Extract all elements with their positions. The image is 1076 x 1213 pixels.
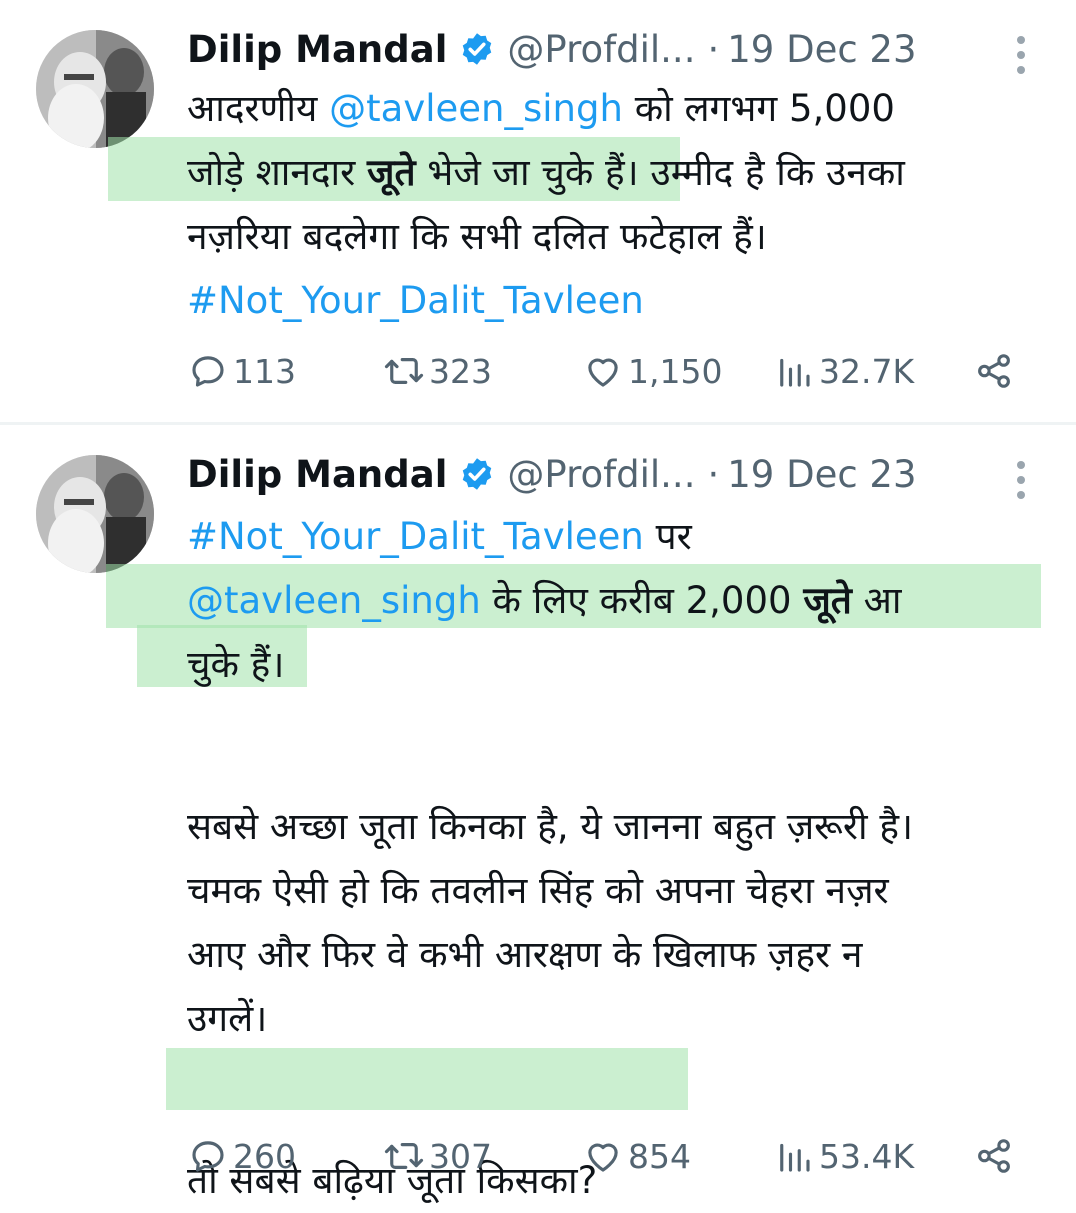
like-icon <box>588 358 618 387</box>
text-segment: आए और फिर वे कभी आरक्षण के खिलाफ ज़हर न <box>187 933 863 976</box>
like-button[interactable]: 854 <box>582 1131 691 1181</box>
repost-icon <box>384 1143 424 1169</box>
share-button[interactable] <box>973 1131 1019 1181</box>
verified-badge-icon <box>463 33 492 65</box>
views-icon <box>780 1143 810 1172</box>
repost-count: 307 <box>429 1136 492 1176</box>
reply-icon <box>192 356 224 387</box>
separator-dot: · <box>707 452 720 496</box>
hashtag-link[interactable]: #Not_Your_Dalit_Tavleen <box>187 515 644 558</box>
more-options-icon[interactable] <box>1016 36 1026 76</box>
mention-link[interactable]: @tavleen_singh <box>187 579 481 622</box>
text-segment: चमक ऐसी हो कि तवलीन सिंह को अपना चेहरा न… <box>187 869 889 912</box>
view-count: 53.4K <box>819 1136 915 1176</box>
bold-word: जूते <box>367 151 416 194</box>
text-line: चमक ऐसी हो कि तवलीन सिंह को अपना चेहरा न… <box>187 859 1047 923</box>
avatar[interactable] <box>36 455 154 573</box>
hashtag-link[interactable]: #Not_Your_Dalit_Tavleen <box>187 279 644 322</box>
share-icon <box>978 1139 1010 1173</box>
view-count: 32.7K <box>819 351 915 391</box>
author-handle[interactable]: @Profdil... <box>507 453 695 496</box>
views-button[interactable]: 53.4K <box>773 1131 914 1181</box>
verified-badge-icon <box>463 458 492 490</box>
text-segment: भेजे जा चुके हैं। उम्मीद है कि उनका <box>415 151 905 194</box>
tweet-text: आदरणीय @tavleen_singh को लगभग 5,000 जोड़… <box>187 77 1047 333</box>
like-button[interactable]: 1,150 <box>582 346 722 396</box>
reply-button[interactable]: 113 <box>187 346 296 396</box>
text-line: आए और फिर वे कभी आरक्षण के खिलाफ ज़हर न <box>187 923 1047 987</box>
tweet-header: Dilip Mandal @Profdil... · 19 Dec 23 <box>187 22 1047 76</box>
text-line: जोड़े शानदार जूते भेजे जा चुके हैं। उम्म… <box>187 141 1047 205</box>
reply-count: 113 <box>233 351 296 391</box>
tweet-header: Dilip Mandal @Profdil... · 19 Dec 23 <box>187 447 1047 501</box>
tweet[interactable]: Dilip Mandal @Profdil... · 19 Dec 23 आदर… <box>0 0 1076 423</box>
text-line: #Not_Your_Dalit_Tavleen पर <box>187 505 1047 569</box>
author-handle[interactable]: @Profdil... <box>507 28 695 71</box>
text-segment: चुके हैं। <box>187 643 285 686</box>
author-name[interactable]: Dilip Mandal <box>187 28 447 71</box>
views-icon <box>780 358 810 387</box>
text-line: आदरणीय @tavleen_singh को लगभग 5,000 <box>187 77 1047 141</box>
share-icon <box>978 354 1010 388</box>
tweet-date[interactable]: 19 Dec 23 <box>727 453 916 496</box>
text-line: @tavleen_singh के लिए करीब 2,000 जूते आ <box>187 569 1047 633</box>
text-line: नज़रिया बदलेगा कि सभी दलित फटेहाल हैं। <box>187 205 1047 269</box>
text-segment: को लगभग 5,000 <box>622 87 895 130</box>
author-name[interactable]: Dilip Mandal <box>187 453 447 496</box>
text-segment: जोड़े शानदार <box>187 151 367 194</box>
tweet-date[interactable]: 19 Dec 23 <box>727 28 916 71</box>
tweet[interactable]: Dilip Mandal @Profdil... · 19 Dec 23 #No… <box>0 425 1076 1202</box>
text-segment: पर <box>643 515 692 558</box>
mention-link[interactable]: @tavleen_singh <box>329 87 623 130</box>
repost-icon <box>384 358 424 384</box>
reply-count: 260 <box>233 1136 296 1176</box>
bold-word: जूते <box>803 579 852 622</box>
text-line: #Not_Your_Dalit_Tavleen <box>187 269 1047 333</box>
avatar[interactable] <box>36 30 154 148</box>
reply-button[interactable]: 260 <box>187 1131 296 1181</box>
text-line: उगलें। <box>187 987 1047 1051</box>
repost-button[interactable]: 323 <box>383 346 492 396</box>
text-segment: आदरणीय <box>187 87 330 130</box>
share-button[interactable] <box>973 346 1019 396</box>
repost-count: 323 <box>429 351 492 391</box>
like-icon <box>588 1143 618 1172</box>
tweet-actions: 113 323 1,150 32.7K <box>187 346 1027 396</box>
text-segment: के लिए करीब 2,000 <box>480 579 804 622</box>
views-button[interactable]: 32.7K <box>773 346 914 396</box>
repost-button[interactable]: 307 <box>383 1131 492 1181</box>
like-count: 854 <box>628 1136 691 1176</box>
reply-icon <box>192 1141 224 1172</box>
tweet-actions: 260 307 854 53.4K <box>187 1131 1027 1181</box>
avatar-image <box>36 455 154 573</box>
text-line: चुके हैं। <box>187 633 1047 697</box>
text-segment: उगलें। <box>187 997 268 1040</box>
text-line: सबसे अच्छा जूता किनका है, ये जानना बहुत … <box>187 795 1047 859</box>
more-options-icon[interactable] <box>1016 461 1026 501</box>
tweet-text: #Not_Your_Dalit_Tavleen पर @tavleen_sing… <box>187 505 1047 1213</box>
text-segment: नज़रिया बदलेगा कि सभी दलित फटेहाल हैं। <box>187 215 767 258</box>
text-segment: आ <box>851 579 902 622</box>
avatar-image <box>36 30 154 148</box>
text-segment: सबसे अच्छा जूता किनका है, ये जानना बहुत … <box>187 805 914 848</box>
separator-dot: · <box>707 27 720 71</box>
like-count: 1,150 <box>628 351 723 391</box>
